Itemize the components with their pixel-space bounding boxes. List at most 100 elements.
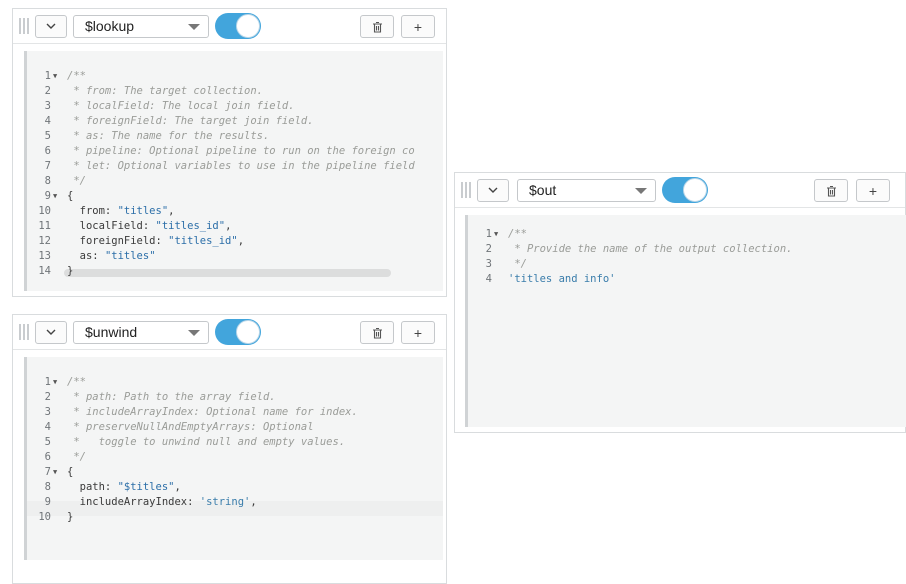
delete-stage-button[interactable] bbox=[814, 179, 848, 202]
fold-toggle-icon[interactable]: ▼ bbox=[53, 69, 61, 84]
code-comment: */ bbox=[67, 451, 86, 463]
code-string: "titles" bbox=[104, 250, 156, 262]
line-number: 4 bbox=[44, 421, 51, 433]
select-caret-icon bbox=[635, 188, 647, 194]
chevron-down-icon bbox=[46, 329, 56, 335]
code-token: } bbox=[67, 511, 74, 523]
code-text: path: "$titles", bbox=[67, 480, 181, 495]
drag-handle-icon[interactable] bbox=[461, 182, 472, 198]
code-comment: * includeArrayIndex: Optional name for i… bbox=[67, 406, 358, 418]
code-line: 14} bbox=[27, 264, 443, 279]
code-text: as: "titles" bbox=[67, 249, 156, 264]
code-line: 7 ▼ { bbox=[27, 465, 443, 480]
code-token: localField: bbox=[67, 220, 156, 232]
stage-toolbar: $unwind + bbox=[13, 315, 446, 350]
code-line: 9 includeArrayIndex: 'string', bbox=[27, 495, 443, 510]
code-token: , bbox=[250, 496, 257, 508]
code-text: from: "titles", bbox=[67, 204, 175, 219]
fold-toggle-icon[interactable]: ▼ bbox=[53, 465, 61, 480]
code-comment: * as: The name for the results. bbox=[67, 130, 270, 142]
code-line: 6 */ bbox=[27, 450, 443, 465]
stage-operator-select[interactable]: $unwind bbox=[73, 321, 209, 344]
code-line: 7 * let: Optional variables to use in th… bbox=[27, 159, 443, 174]
code-line: 8 path: "$titles", bbox=[27, 480, 443, 495]
code-comment: */ bbox=[67, 175, 86, 187]
line-number: 14 bbox=[38, 265, 51, 277]
code-string: 'titles and info' bbox=[508, 273, 616, 285]
code-line: 8 */ bbox=[27, 174, 443, 189]
stage-enabled-toggle[interactable] bbox=[215, 319, 261, 345]
stage-operator-select[interactable]: $out bbox=[517, 179, 656, 202]
code-line: 1 ▼ /** bbox=[27, 375, 443, 390]
line-number: 6 bbox=[44, 451, 51, 463]
code-text: * from: The target collection. bbox=[67, 84, 263, 99]
code-comment: * from: The target collection. bbox=[67, 85, 263, 97]
code-comment: * preserveNullAndEmptyArrays: Optional bbox=[67, 421, 314, 433]
fold-toggle-icon[interactable]: ▼ bbox=[53, 189, 61, 204]
drag-handle-icon[interactable] bbox=[19, 324, 30, 340]
delete-stage-button[interactable] bbox=[360, 15, 394, 38]
code-comment: * let: Optional variables to use in the … bbox=[67, 160, 415, 172]
code-comment: * localField: The local join field. bbox=[67, 100, 295, 112]
code-line: 4 'titles and info' bbox=[468, 272, 906, 287]
code-line: 3 * localField: The local join field. bbox=[27, 99, 443, 114]
collapse-button[interactable] bbox=[35, 15, 67, 38]
plus-icon: + bbox=[413, 324, 423, 341]
trash-icon bbox=[372, 21, 382, 33]
stage-enabled-toggle[interactable] bbox=[662, 177, 708, 203]
code-line: 13 as: "titles" bbox=[27, 249, 443, 264]
line-number: 1 bbox=[44, 376, 51, 388]
code-text: { bbox=[67, 189, 73, 204]
code-line: 1 ▼ /** bbox=[468, 227, 906, 242]
chevron-down-icon bbox=[46, 23, 56, 29]
code-text: * Provide the name of the output collect… bbox=[508, 242, 792, 257]
line-number: 4 bbox=[44, 115, 51, 127]
toggle-knob bbox=[236, 14, 260, 38]
code-token: } bbox=[67, 265, 74, 277]
code-text: * includeArrayIndex: Optional name for i… bbox=[67, 405, 358, 420]
code-text: * foreignField: The target join field. bbox=[67, 114, 314, 129]
line-number: 1 bbox=[44, 70, 51, 82]
code-comment: /** bbox=[67, 70, 86, 82]
fold-toggle-icon[interactable]: ▼ bbox=[494, 227, 502, 242]
drag-handle-icon[interactable] bbox=[19, 18, 30, 34]
collapse-button[interactable] bbox=[35, 321, 67, 344]
add-stage-button[interactable]: + bbox=[856, 179, 890, 202]
line-number: 10 bbox=[38, 511, 51, 523]
code-token: as: bbox=[67, 250, 105, 262]
line-number: 4 bbox=[485, 273, 492, 285]
code-token: , bbox=[237, 235, 245, 247]
stage-card-unwind: $unwind + 1 ▼/** 2 * path: Path to the arr… bbox=[12, 314, 447, 584]
code-editor[interactable]: 1 ▼ /** 2 * Provide the name of the output … bbox=[465, 215, 906, 427]
line-number: 11 bbox=[38, 220, 51, 232]
line-number: 3 bbox=[485, 258, 492, 270]
stage-enabled-toggle[interactable] bbox=[215, 13, 261, 39]
code-line: 2 * from: The target collection. bbox=[27, 84, 443, 99]
code-line: 2 * path: Path to the array field. bbox=[27, 390, 443, 405]
line-number: 2 bbox=[44, 85, 51, 97]
line-number: 9 bbox=[44, 496, 51, 508]
code-line: 3 * includeArrayIndex: Optional name for… bbox=[27, 405, 443, 420]
code-line: 5 * toggle to unwind null and empty valu… bbox=[27, 435, 443, 450]
toggle-knob bbox=[236, 320, 260, 344]
code-text: */ bbox=[67, 174, 86, 189]
code-text: includeArrayIndex: 'string', bbox=[67, 495, 257, 510]
code-string: 'string' bbox=[199, 496, 251, 508]
code-token: , bbox=[168, 205, 175, 217]
stage-operator-select[interactable]: $lookup bbox=[73, 15, 209, 38]
code-editor[interactable]: 1 ▼/** 2 * from: The target collection. 3 *… bbox=[24, 51, 443, 291]
collapse-button[interactable] bbox=[477, 179, 509, 202]
delete-stage-button[interactable] bbox=[360, 321, 394, 344]
code-text: * as: The name for the results. bbox=[67, 129, 269, 144]
line-number: 12 bbox=[38, 235, 51, 247]
fold-toggle-icon[interactable]: ▼ bbox=[53, 375, 61, 390]
code-text: * localField: The local join field. bbox=[67, 99, 295, 114]
code-token: , bbox=[174, 481, 181, 493]
add-stage-button[interactable]: + bbox=[401, 15, 435, 38]
add-stage-button[interactable]: + bbox=[401, 321, 435, 344]
code-editor[interactable]: 1 ▼/** 2 * path: Path to the array field. 3… bbox=[24, 357, 443, 560]
line-number: 5 bbox=[44, 436, 51, 448]
code-comment: * foreignField: The target join field. bbox=[67, 115, 314, 127]
trash-icon bbox=[372, 327, 382, 339]
toggle-knob bbox=[683, 178, 707, 202]
